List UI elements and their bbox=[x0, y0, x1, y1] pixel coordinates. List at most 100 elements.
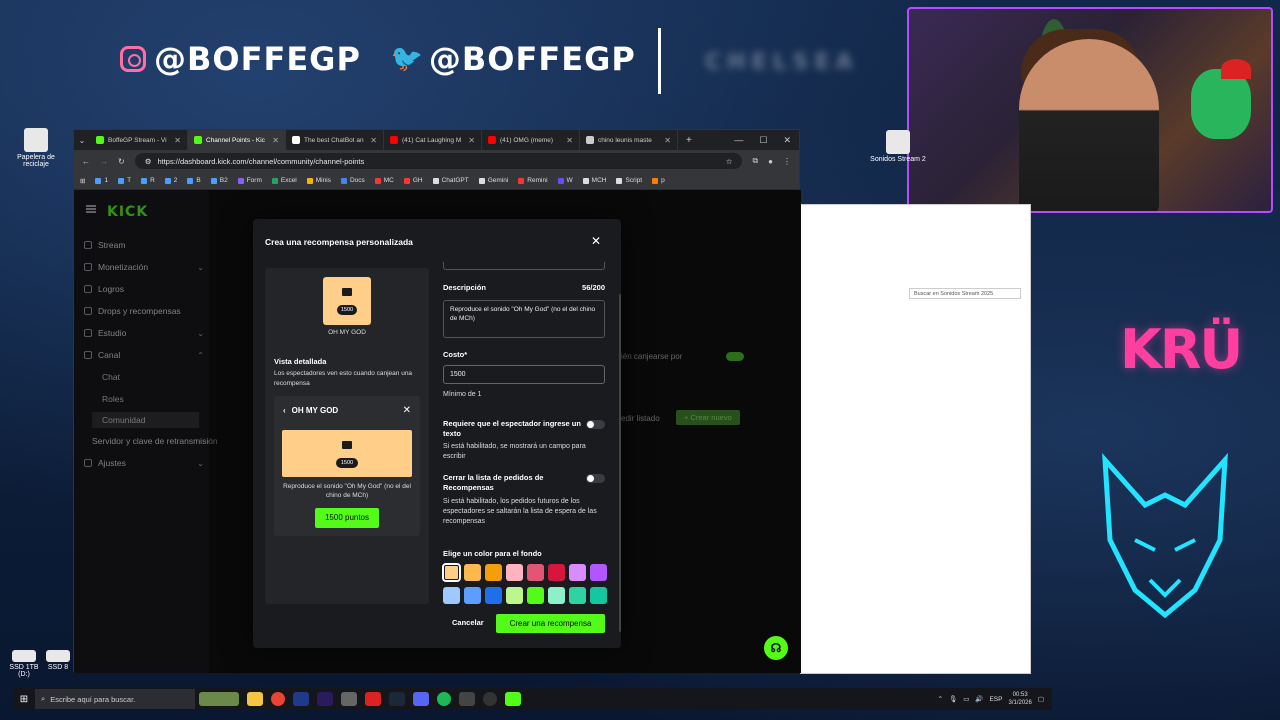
bookmark-star-icon[interactable]: ☆ bbox=[726, 157, 733, 166]
desktop-icon-recycle-bin[interactable]: Papelera de reciclaje bbox=[8, 128, 64, 168]
extension-icon[interactable]: ⧉ bbox=[752, 156, 758, 166]
forward-icon[interactable]: → bbox=[100, 157, 108, 166]
premiere-icon[interactable] bbox=[317, 692, 333, 706]
app-red-icon[interactable] bbox=[365, 692, 381, 706]
color-swatch[interactable] bbox=[548, 587, 565, 604]
spotify-icon[interactable] bbox=[437, 692, 451, 706]
bookmark-2[interactable]: T bbox=[118, 177, 131, 184]
photoshop-icon[interactable] bbox=[293, 692, 309, 706]
sidebar-sub-roles[interactable]: Roles bbox=[102, 394, 124, 404]
file-explorer-icon[interactable] bbox=[247, 692, 263, 706]
tab-search-icon[interactable]: ⌄ bbox=[74, 136, 90, 145]
require-text-toggle[interactable] bbox=[586, 420, 605, 429]
help-button[interactable]: ☊ bbox=[764, 636, 788, 660]
color-swatch[interactable] bbox=[464, 564, 481, 581]
sidebar-item-estudio[interactable]: Estudio ⌄ bbox=[84, 328, 204, 338]
bookmark-4[interactable]: 2 bbox=[164, 177, 177, 184]
back-icon[interactable]: ← bbox=[82, 157, 90, 166]
sidebar-item-monetizacion[interactable]: Monetización ⌄ bbox=[84, 262, 204, 272]
bookmark-5[interactable]: B bbox=[187, 177, 201, 184]
bookmark-11[interactable]: MC bbox=[374, 177, 394, 184]
sidebar-item-ajustes[interactable]: Ajustes ⌄ bbox=[84, 458, 204, 468]
color-swatch[interactable] bbox=[527, 564, 544, 581]
create-new-button[interactable]: + Crear nuevo bbox=[676, 410, 740, 425]
maximize-icon[interactable]: ☐ bbox=[759, 135, 767, 146]
enabled-toggle[interactable] bbox=[726, 352, 744, 361]
color-swatch[interactable] bbox=[464, 587, 481, 604]
skip-queue-toggle[interactable] bbox=[586, 474, 605, 483]
bookmark-18[interactable]: Script bbox=[616, 177, 642, 184]
network-icon[interactable]: ▭ bbox=[963, 695, 969, 703]
chrome-icon[interactable] bbox=[271, 692, 285, 706]
steam-icon[interactable] bbox=[389, 692, 405, 706]
close-tab-icon[interactable]: ✕ bbox=[664, 136, 671, 145]
sidebar-item-logros[interactable]: Logros bbox=[84, 284, 204, 294]
close-tab-icon[interactable]: ✕ bbox=[468, 136, 475, 145]
bookmark-1[interactable]: 1 bbox=[95, 177, 108, 184]
apps-icon[interactable]: ⊞ bbox=[80, 177, 85, 185]
volume-icon[interactable]: 🔊 bbox=[975, 695, 983, 703]
url-input[interactable]: ⚙ https://dashboard.kick.com/channel/com… bbox=[134, 153, 743, 169]
tab-4[interactable]: (41) OMG (meme) ✕ bbox=[482, 130, 580, 150]
clock[interactable]: 00:53 3/1/2026 bbox=[1008, 691, 1031, 707]
bookmark-8[interactable]: Excel bbox=[271, 177, 297, 184]
color-swatch[interactable] bbox=[506, 587, 523, 604]
sidebar-item-stream[interactable]: Stream bbox=[84, 240, 204, 250]
bookmark-14[interactable]: Gemini bbox=[478, 177, 508, 184]
obs-icon[interactable] bbox=[483, 692, 497, 706]
color-swatch[interactable] bbox=[485, 564, 502, 581]
notification-icon[interactable]: ▢ bbox=[1038, 695, 1044, 703]
bookmark-3[interactable]: R bbox=[141, 177, 155, 184]
color-swatch[interactable] bbox=[485, 587, 502, 604]
microphone-icon[interactable]: 🎙 bbox=[949, 695, 957, 703]
bookmark-9[interactable]: Minis bbox=[306, 177, 331, 184]
tab-1[interactable]: Channel Points - Kic ✕ bbox=[188, 130, 286, 150]
cost-input[interactable]: 1500 bbox=[443, 365, 605, 384]
color-swatch[interactable] bbox=[506, 564, 523, 581]
profile-icon[interactable]: ● bbox=[768, 157, 773, 166]
color-swatch[interactable] bbox=[443, 587, 460, 604]
sidebar-item-drops[interactable]: Drops y recompensas bbox=[84, 306, 204, 316]
minimize-icon[interactable]: — bbox=[734, 135, 743, 146]
tab-0[interactable]: BoffeGP Stream - Vi ✕ bbox=[90, 130, 188, 150]
desktop-icon-sonidos[interactable]: Sonidos Stream 2 bbox=[870, 130, 926, 163]
desktop-icon-ssd[interactable]: SSD 1TB (D:) bbox=[4, 650, 44, 678]
discord-icon[interactable] bbox=[413, 692, 429, 706]
sidebar-item-servidor[interactable]: Servidor y clave de retransmisión bbox=[92, 436, 218, 446]
bookmark-10[interactable]: Docs bbox=[340, 177, 365, 184]
color-swatch[interactable] bbox=[569, 564, 586, 581]
tab-5[interactable]: chino leunis maste ✕ bbox=[580, 130, 678, 150]
close-window-icon[interactable]: ✕ bbox=[783, 135, 791, 146]
close-tab-icon[interactable]: ✕ bbox=[370, 136, 377, 145]
bookmark-7[interactable]: Form bbox=[237, 177, 262, 184]
color-swatch[interactable] bbox=[527, 587, 544, 604]
calculator-icon[interactable] bbox=[341, 692, 357, 706]
explorer-search-input[interactable]: Buscar en Sonidos Stream 2025 bbox=[909, 288, 1021, 299]
color-swatch[interactable] bbox=[569, 587, 586, 604]
kick-icon[interactable] bbox=[505, 692, 521, 706]
bookmark-13[interactable]: ChatGPT bbox=[432, 177, 469, 184]
sidebar-sub-chat[interactable]: Chat bbox=[102, 372, 120, 382]
description-field[interactable]: Reproduce el sonido "Oh My God" (no el d… bbox=[443, 300, 605, 338]
menu-icon[interactable]: ⋮ bbox=[783, 157, 791, 166]
kick-logo[interactable]: KICK bbox=[107, 204, 148, 220]
sidebar-sub-comunidad[interactable]: Comunidad bbox=[92, 412, 199, 428]
windows-start-icon[interactable]: ⊞ bbox=[13, 688, 35, 710]
color-swatch[interactable] bbox=[442, 563, 461, 582]
color-swatch[interactable] bbox=[548, 564, 565, 581]
close-tab-icon[interactable]: ✕ bbox=[272, 136, 279, 145]
sidebar-item-canal[interactable]: Canal ⌃ bbox=[84, 350, 204, 360]
tab-2[interactable]: The best ChatBot an ✕ bbox=[286, 130, 384, 150]
close-tab-icon[interactable]: ✕ bbox=[174, 136, 181, 145]
close-tab-icon[interactable]: ✕ bbox=[566, 136, 573, 145]
tab-3[interactable]: (41) Cat Laughing M ✕ bbox=[384, 130, 482, 150]
hamburger-menu-icon[interactable] bbox=[86, 205, 96, 213]
site-info-icon[interactable]: ⚙ bbox=[145, 157, 152, 166]
reload-icon[interactable]: ↻ bbox=[118, 157, 125, 166]
color-swatch[interactable] bbox=[590, 587, 607, 604]
bookmark-17[interactable]: MCH bbox=[582, 177, 606, 184]
bookmark-6[interactable]: B2 bbox=[210, 177, 228, 184]
chevron-up-icon[interactable]: ⌃ bbox=[938, 695, 943, 703]
language-indicator[interactable]: ESP bbox=[989, 696, 1002, 703]
new-tab-button[interactable]: + bbox=[678, 135, 700, 146]
